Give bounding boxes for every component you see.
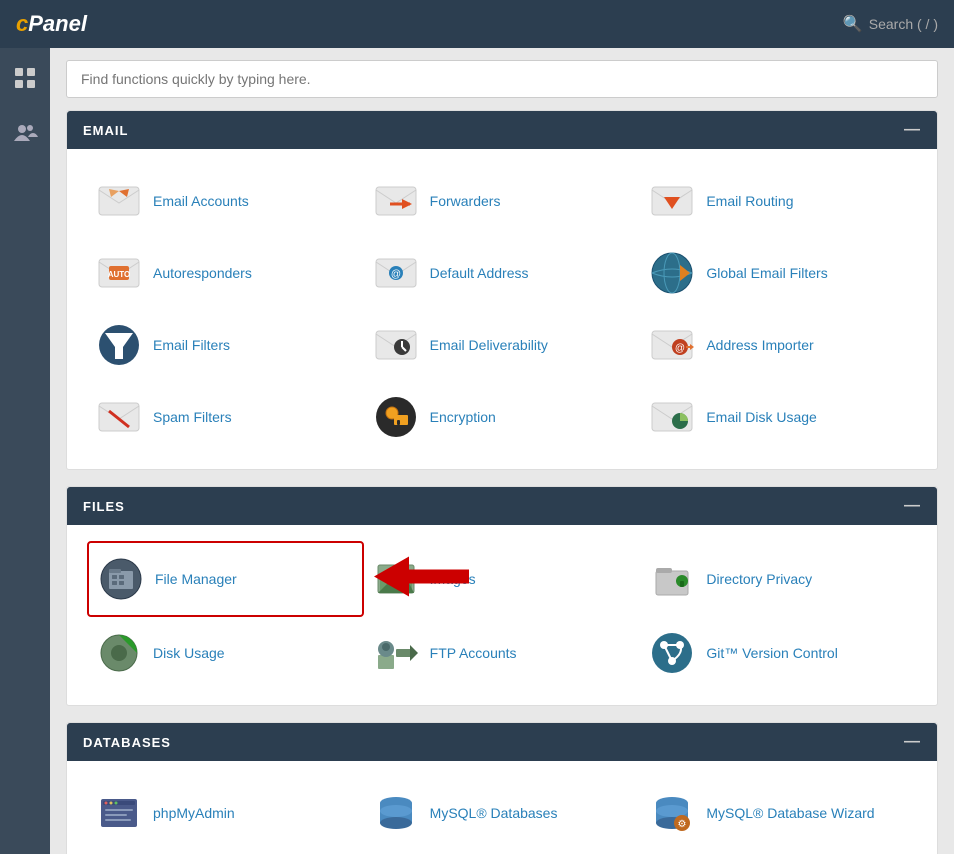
grid-item-global-email-filters[interactable]: Global Email Filters	[640, 237, 917, 309]
search-icon: 🔍	[843, 14, 863, 34]
grid-item-ftp-accounts[interactable]: FTP Accounts	[364, 617, 641, 689]
spam-filters-label: Spam Filters	[153, 409, 232, 425]
email-disk-usage-label: Email Disk Usage	[706, 409, 816, 425]
grid-item-mysql-wizard[interactable]: ⚙ MySQL® Database Wizard	[640, 777, 917, 849]
svg-text:@: @	[675, 343, 685, 354]
email-filters-icon	[95, 321, 143, 369]
grid-item-directory-privacy[interactable]: Directory Privacy	[640, 541, 917, 617]
mysql-databases-label: MySQL® Databases	[430, 805, 558, 821]
collapse-databases-icon[interactable]: —	[904, 733, 921, 751]
grid-item-git-version-control[interactable]: Git™ Version Control	[640, 617, 917, 689]
section-databases-header: DATABASES —	[67, 723, 937, 761]
default-address-label: Default Address	[430, 265, 529, 281]
grid-item-images[interactable]: Images	[364, 541, 641, 617]
git-version-control-icon	[648, 629, 696, 677]
encryption-label: Encryption	[430, 409, 496, 425]
ftp-accounts-label: FTP Accounts	[430, 645, 517, 661]
header: cPanel 🔍 Search ( / )	[0, 0, 954, 48]
autoresponders-label: Autoresponders	[153, 265, 252, 281]
grid-item-email-disk-usage[interactable]: Email Disk Usage	[640, 381, 917, 453]
svg-text:AUTO: AUTO	[108, 270, 131, 279]
grid-item-file-manager[interactable]: File Manager	[87, 541, 364, 617]
phpmyadmin-label: phpMyAdmin	[153, 805, 235, 821]
file-manager-label: File Manager	[155, 571, 237, 587]
grid-item-email-filters[interactable]: Email Filters	[87, 309, 364, 381]
collapse-files-icon[interactable]: —	[904, 497, 921, 515]
phpmyadmin-icon	[95, 789, 143, 837]
address-importer-label: Address Importer	[706, 337, 813, 353]
mysql-wizard-label: MySQL® Database Wizard	[706, 805, 874, 821]
section-email-header: EMAIL —	[67, 111, 937, 149]
section-email-body: Email Accounts Forwarders	[67, 149, 937, 469]
directory-privacy-icon	[648, 555, 696, 603]
svg-text:@: @	[391, 269, 401, 280]
email-deliverability-label: Email Deliverability	[430, 337, 548, 353]
main-content: EMAIL — Email Accounts	[50, 48, 954, 854]
section-files-title: FILES	[83, 499, 125, 514]
search-input[interactable]	[66, 60, 938, 98]
disk-usage-icon	[95, 629, 143, 677]
section-databases: DATABASES —	[66, 722, 938, 854]
grid-item-email-accounts[interactable]: Email Accounts	[87, 165, 364, 237]
grid-item-mysql-databases[interactable]: MySQL® Databases	[364, 777, 641, 849]
images-icon	[372, 555, 420, 603]
search-label: Search ( / )	[869, 16, 938, 32]
section-email-title: EMAIL	[83, 123, 128, 138]
disk-usage-label: Disk Usage	[153, 645, 225, 661]
global-email-filters-label: Global Email Filters	[706, 265, 827, 281]
grid-item-default-address[interactable]: @ Default Address	[364, 237, 641, 309]
file-manager-icon	[97, 555, 145, 603]
sidebar-users-icon[interactable]	[7, 114, 43, 150]
grid-item-postgresql-databases[interactable]: PostgreSQL Databases	[364, 849, 641, 854]
directory-privacy-label: Directory Privacy	[706, 571, 812, 587]
global-email-filters-icon	[648, 249, 696, 297]
header-search[interactable]: 🔍 Search ( / )	[843, 14, 938, 34]
grid-item-encryption[interactable]: Encryption	[364, 381, 641, 453]
email-accounts-label: Email Accounts	[153, 193, 249, 209]
ftp-accounts-icon	[372, 629, 420, 677]
images-label: Images	[430, 571, 476, 587]
encryption-icon	[372, 393, 420, 441]
app-body: EMAIL — Email Accounts	[0, 48, 954, 854]
grid-item-spam-filters[interactable]: Spam Filters	[87, 381, 364, 453]
address-importer-icon: @	[648, 321, 696, 369]
section-files-body: File Manager	[67, 525, 937, 705]
section-email: EMAIL — Email Accounts	[66, 110, 938, 470]
svg-text:⚙: ⚙	[678, 819, 687, 830]
email-deliverability-icon	[372, 321, 420, 369]
email-routing-label: Email Routing	[706, 193, 793, 209]
email-routing-icon	[648, 177, 696, 225]
email-accounts-icon	[95, 177, 143, 225]
mysql-databases-icon	[372, 789, 420, 837]
section-databases-title: DATABASES	[83, 735, 171, 750]
forwarders-icon	[372, 177, 420, 225]
forwarders-label: Forwarders	[430, 193, 501, 209]
email-filters-label: Email Filters	[153, 337, 230, 353]
email-disk-usage-icon	[648, 393, 696, 441]
git-version-control-label: Git™ Version Control	[706, 645, 838, 661]
mysql-wizard-icon: ⚙	[648, 789, 696, 837]
grid-item-remote-mysql[interactable]: ↻ Remote MySQL®	[87, 849, 364, 854]
grid-item-autoresponders[interactable]: AUTO Autoresponders	[87, 237, 364, 309]
grid-item-phpmyadmin[interactable]: phpMyAdmin	[87, 777, 364, 849]
section-files: FILES —	[66, 486, 938, 706]
spam-filters-icon	[95, 393, 143, 441]
grid-item-email-deliverability[interactable]: Email Deliverability	[364, 309, 641, 381]
grid-item-forwarders[interactable]: Forwarders	[364, 165, 641, 237]
cpanel-logo: cPanel	[16, 11, 87, 37]
sidebar	[0, 48, 50, 854]
collapse-email-icon[interactable]: —	[904, 121, 921, 139]
default-address-icon: @	[372, 249, 420, 297]
section-databases-body: phpMyAdmin MySQL® Databases	[67, 761, 937, 854]
grid-item-postgresql-wizard[interactable]: ⚙ PostgreSQL Database Wizard	[640, 849, 917, 854]
section-files-header: FILES —	[67, 487, 937, 525]
grid-item-email-routing[interactable]: Email Routing	[640, 165, 917, 237]
grid-item-address-importer[interactable]: @ Address Importer	[640, 309, 917, 381]
grid-item-disk-usage[interactable]: Disk Usage	[87, 617, 364, 689]
sidebar-grid-icon[interactable]	[7, 60, 43, 96]
autoresponders-icon: AUTO	[95, 249, 143, 297]
